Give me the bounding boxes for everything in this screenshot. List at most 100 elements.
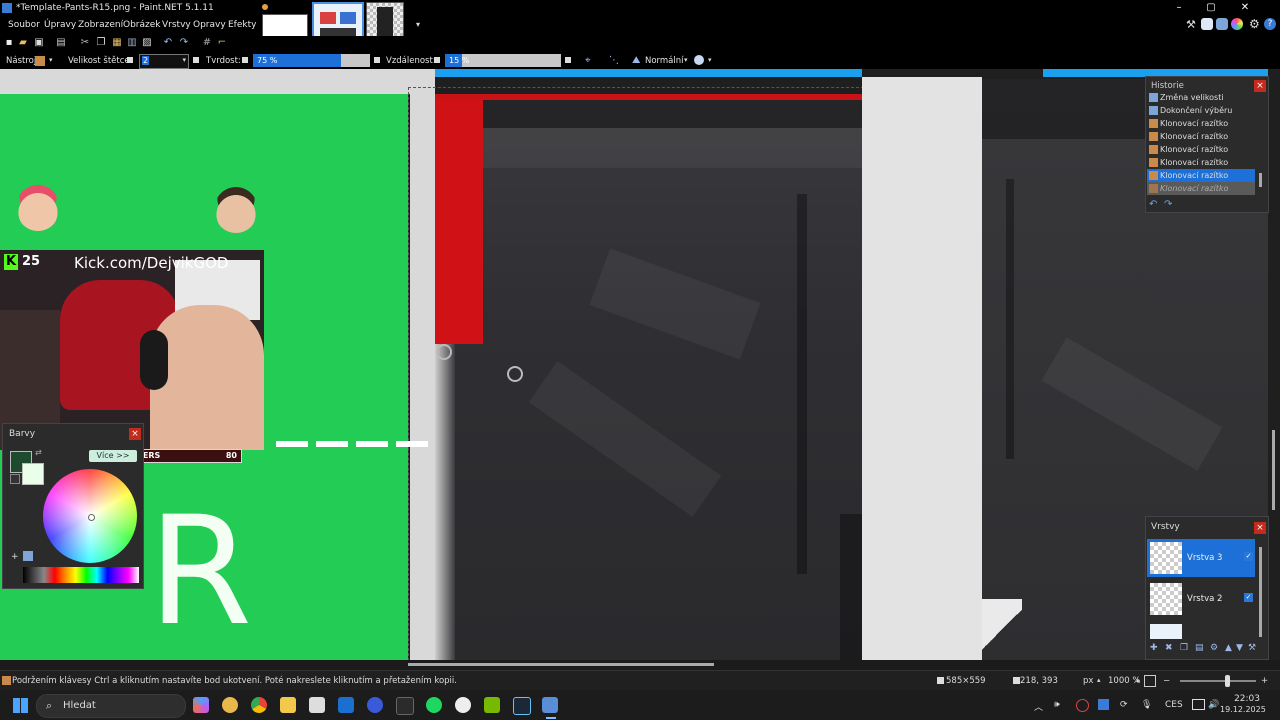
duplicate-layer-icon[interactable]: ❐ [1180, 643, 1188, 653]
paste-icon[interactable]: ▦ [112, 38, 122, 48]
layer-row[interactable]: Vrstva 2 ✓ [1147, 580, 1255, 618]
color-wheel-picker[interactable] [88, 514, 95, 521]
hardness-increase-icon[interactable] [374, 57, 380, 63]
volume-icon[interactable]: 🔊 [1208, 700, 1219, 710]
history-scrollbar[interactable] [1259, 173, 1262, 187]
delete-layer-icon[interactable]: ✖ [1165, 643, 1173, 653]
menu-image[interactable]: Obrázek [123, 20, 161, 30]
pinned-app-icon[interactable] [222, 697, 238, 713]
history-item-selected[interactable]: Klonovací razítko [1147, 169, 1255, 182]
obs-icon[interactable] [455, 697, 471, 713]
colors-close-button[interactable]: × [129, 428, 141, 440]
history-item[interactable]: Dokončení výběru [1147, 104, 1255, 117]
spotify-icon[interactable] [426, 697, 442, 713]
zoom-in-icon[interactable]: + [1261, 676, 1268, 686]
unit-selector[interactable]: px [1083, 676, 1093, 686]
unit-chevron-icon[interactable]: ▴ [1097, 676, 1101, 684]
history-undo-icon[interactable]: ↶ [1149, 199, 1157, 210]
history-item[interactable]: Klonovací razítko [1147, 156, 1255, 169]
menu-edit[interactable]: Úpravy [44, 20, 76, 30]
microphone-icon[interactable]: 🎙 [1141, 700, 1152, 710]
history-item-undone[interactable]: Klonovací razítko [1147, 182, 1255, 195]
blend-mode-icon[interactable]: ⛰ [632, 55, 640, 66]
tray-sync-icon[interactable]: ⟳ [1120, 700, 1128, 710]
merge-layer-icon[interactable]: ▤ [1195, 643, 1204, 653]
move-layer-down-icon[interactable]: ▼ [1236, 643, 1243, 653]
add-palette-color-icon[interactable]: + [11, 552, 19, 562]
canvas-area[interactable]: K 25 Kick.com/DejvikGOD 34 SUBSCRIBERS 8… [0, 69, 1280, 660]
start-windows-icon[interactable] [13, 698, 28, 713]
zoom-out-icon[interactable]: − [1163, 676, 1170, 686]
zoom-slider[interactable] [1180, 675, 1256, 687]
menu-view[interactable]: Zobrazení [78, 20, 123, 30]
menu-adjustments[interactable]: Opravy [193, 20, 226, 30]
zoom-slider-thumb[interactable] [1225, 675, 1230, 687]
distance-increase-icon[interactable] [565, 57, 571, 63]
outlook-icon[interactable] [338, 697, 354, 713]
clone-stamp-tool-icon[interactable] [35, 56, 45, 66]
clock-time[interactable]: 22:03 [1220, 694, 1260, 704]
history-close-button[interactable]: × [1254, 80, 1266, 92]
antialias-icon[interactable]: ⋱ [609, 55, 619, 66]
layer-tools-icon[interactable]: ⚒ [1248, 643, 1256, 653]
redo-icon[interactable]: ↷ [179, 38, 189, 48]
move-layer-up-icon[interactable]: ▲ [1225, 643, 1232, 653]
zoom-fit-icon[interactable] [1144, 675, 1156, 687]
menu-effects[interactable]: Efekty [228, 20, 256, 30]
paint-net-taskbar-icon[interactable] [542, 697, 558, 713]
history-item[interactable]: Změna velikosti [1147, 91, 1255, 104]
tool-dropdown-chevron-icon[interactable]: ▾ [49, 56, 53, 64]
sampling-icon[interactable]: ⌖ [585, 55, 591, 66]
blend-mode-chevron-icon[interactable]: ▾ [684, 56, 688, 64]
layer-visibility-checkbox[interactable]: ✓ [1244, 593, 1253, 602]
tab-list-chevron-icon[interactable]: ▾ [416, 20, 420, 29]
vertical-scrollbar[interactable] [1272, 430, 1275, 510]
reset-colors-icon[interactable] [10, 474, 20, 484]
brush-size-chevron-icon[interactable]: ▾ [182, 56, 186, 64]
brush-size-input[interactable]: 2 ▾ [139, 54, 189, 69]
history-item[interactable]: Klonovací razítko [1147, 143, 1255, 156]
history-redo-icon[interactable]: ↷ [1164, 199, 1172, 210]
grid-icon[interactable]: # [202, 38, 212, 48]
layer-row[interactable] [1147, 621, 1255, 639]
add-layer-icon[interactable]: ✚ [1150, 643, 1158, 653]
blend-mode-dropdown[interactable]: Normální [645, 56, 684, 66]
menu-layers[interactable]: Vrstvy [162, 20, 191, 30]
brush-size-increase-icon[interactable] [193, 57, 199, 63]
network-icon[interactable] [1192, 699, 1205, 710]
close-button[interactable]: ✕ [1238, 2, 1252, 14]
tray-overflow-icon[interactable]: ︿ [1034, 700, 1043, 713]
deselect-icon[interactable]: ▨ [142, 38, 152, 48]
layers-toggle-icon[interactable] [1216, 18, 1228, 30]
chrome-icon[interactable] [251, 697, 267, 713]
brush-size-decrease-icon[interactable] [127, 57, 133, 63]
clock-date[interactable]: 19.12.2025 [1220, 705, 1266, 714]
steam-icon[interactable] [513, 697, 531, 715]
palette-menu-icon[interactable] [23, 551, 33, 561]
layers-scrollbar[interactable] [1259, 547, 1262, 637]
taskbar-search-box[interactable]: ⌕ Hledat [36, 694, 186, 718]
color-palette[interactable] [23, 567, 139, 583]
store-icon[interactable] [309, 697, 325, 713]
copy-icon[interactable]: ❐ [96, 38, 106, 48]
layer-row-selected[interactable]: Vrstva 3 ✓ [1147, 539, 1255, 577]
settings-gear-icon[interactable]: ⚙ [1249, 17, 1260, 31]
history-item[interactable]: Klonovací razítko [1147, 130, 1255, 143]
horizontal-scrollbar[interactable] [408, 663, 714, 666]
layer-visibility-checkbox[interactable]: ✓ [1244, 552, 1253, 561]
pinned-browser-icon[interactable] [367, 697, 383, 713]
print-icon[interactable]: ▤ [56, 38, 66, 48]
save-icon[interactable]: ▣ [34, 38, 44, 48]
hardness-decrease-icon[interactable] [242, 57, 248, 63]
layer-properties-icon[interactable]: ⚙ [1210, 643, 1218, 653]
swap-colors-icon[interactable]: ⇄ [35, 448, 42, 457]
alpha-mode-chevron-icon[interactable]: ▾ [708, 56, 712, 64]
menu-file[interactable]: Soubor [8, 20, 40, 30]
cut-icon[interactable]: ✂ [80, 38, 90, 48]
secondary-color-swatch[interactable] [22, 463, 44, 485]
history-toggle-icon[interactable] [1231, 18, 1243, 30]
copilot-icon[interactable] [193, 697, 209, 713]
history-item[interactable]: Klonovací razítko [1147, 117, 1255, 130]
language-indicator[interactable]: CES [1165, 700, 1183, 710]
undo-icon[interactable]: ↶ [163, 38, 173, 48]
